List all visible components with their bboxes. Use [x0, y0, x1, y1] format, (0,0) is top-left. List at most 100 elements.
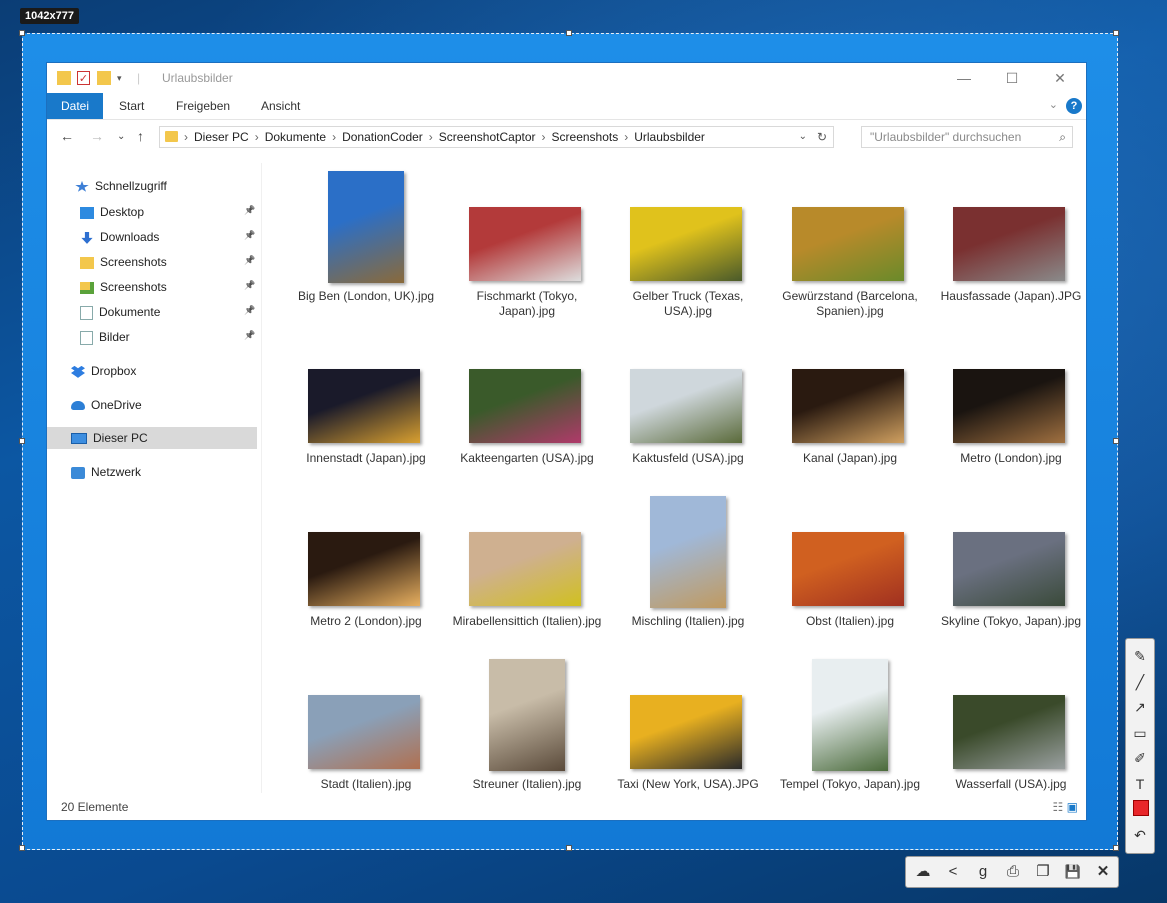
resize-handle-s[interactable] — [566, 845, 572, 851]
image-thumbnail[interactable] — [953, 532, 1065, 606]
upload-cloud-icon[interactable]: ☁ — [913, 862, 933, 882]
file-item[interactable]: Gewürzstand (Barcelona, Spanien).jpg — [770, 163, 930, 323]
refresh-icon[interactable]: ↻ — [817, 127, 827, 147]
file-name[interactable]: Kanal (Japan).jpg — [770, 451, 930, 466]
google-plus-icon[interactable]: g — [973, 862, 993, 882]
breadcrumb-separator[interactable]: › — [624, 130, 628, 144]
image-thumbnail[interactable] — [953, 695, 1065, 769]
image-thumbnail[interactable] — [630, 207, 742, 281]
back-button[interactable]: ← — [60, 128, 74, 144]
undo-icon[interactable]: ↶ — [1131, 826, 1149, 844]
breadcrumb-separator[interactable]: › — [429, 130, 433, 144]
file-name[interactable]: Wasserfall (USA).jpg — [931, 777, 1091, 792]
resize-handle-n[interactable] — [566, 30, 572, 36]
pin-icon[interactable]: 📌 — [244, 280, 255, 291]
breadcrumb-item[interactable]: Dokumente — [265, 130, 326, 144]
image-thumbnail[interactable] — [308, 532, 420, 606]
properties-icon[interactable]: ✓ — [77, 71, 90, 85]
pin-icon[interactable]: 📌 — [244, 230, 255, 241]
file-name[interactable]: Kakteengarten (USA).jpg — [447, 451, 607, 466]
arrow-icon[interactable]: ↗ — [1131, 698, 1149, 716]
file-item[interactable]: Mischling (Italien).jpg — [608, 488, 768, 648]
resize-handle-se[interactable] — [1113, 845, 1119, 851]
file-item[interactable]: Metro 2 (London).jpg — [286, 488, 446, 648]
file-name[interactable]: Mischling (Italien).jpg — [608, 614, 768, 629]
file-name[interactable]: Kaktusfeld (USA).jpg — [608, 451, 768, 466]
address-bar[interactable]: › Dieser PC › Dokumente › DonationCoder › Scree… — [159, 126, 834, 148]
file-item[interactable]: Mirabellensittich (Italien).jpg — [447, 488, 607, 648]
file-name[interactable]: Mirabellensittich (Italien).jpg — [447, 614, 607, 629]
print-icon[interactable]: ⎙ — [1003, 862, 1023, 882]
pin-icon[interactable]: 📌 — [244, 205, 255, 216]
new-folder-icon[interactable] — [97, 71, 111, 85]
search-input[interactable]: "Urlaubsbilder" durchsuchen ⌕ — [861, 126, 1073, 148]
file-name[interactable]: Big Ben (London, UK).jpg — [286, 289, 446, 304]
sidebar-item[interactable]: OneDrive — [71, 394, 142, 416]
breadcrumb-separator[interactable]: › — [542, 130, 546, 144]
file-name[interactable]: Fischmarkt (Tokyo, Japan).jpg — [447, 289, 607, 319]
sidebar-item[interactable]: Schnellzugriff — [75, 175, 167, 197]
image-thumbnail[interactable] — [469, 207, 581, 281]
address-dropdown-icon[interactable]: ⌄ — [799, 127, 807, 147]
breadcrumb-item[interactable]: DonationCoder — [342, 130, 423, 144]
close-window-button[interactable]: ✕ — [1038, 67, 1082, 89]
file-item[interactable]: Gelber Truck (Texas, USA).jpg — [608, 163, 768, 323]
sidebar-item[interactable]: Bilder — [80, 326, 130, 348]
file-name[interactable]: Obst (Italien).jpg — [770, 614, 930, 629]
image-thumbnail[interactable] — [812, 659, 888, 771]
quick-access-dropdown-icon[interactable]: ▾ — [117, 71, 131, 85]
resize-handle-sw[interactable] — [19, 845, 25, 851]
tab-start[interactable]: Start — [105, 93, 158, 119]
minimize-button[interactable]: — — [942, 67, 986, 89]
resize-handle-ne[interactable] — [1113, 30, 1119, 36]
copy-icon[interactable]: ❐ — [1033, 862, 1053, 882]
details-view-icon[interactable]: ☷ — [1053, 800, 1064, 814]
file-item[interactable]: Stadt (Italien).jpg — [286, 651, 446, 811]
image-thumbnail[interactable] — [328, 171, 404, 283]
color-swatch-icon[interactable] — [1133, 800, 1149, 816]
pin-icon[interactable]: 📌 — [244, 255, 255, 266]
file-name[interactable]: Metro (London).jpg — [931, 451, 1091, 466]
sidebar-item[interactable]: Desktop — [80, 201, 144, 223]
share-icon[interactable]: < — [943, 862, 963, 882]
breadcrumb-item[interactable]: Urlaubsbilder — [634, 130, 705, 144]
file-name[interactable]: Innenstadt (Japan).jpg — [286, 451, 446, 466]
breadcrumb-separator[interactable]: › — [184, 130, 188, 144]
maximize-button[interactable]: ☐ — [990, 67, 1034, 89]
file-name[interactable]: Skyline (Tokyo, Japan).jpg — [931, 614, 1091, 629]
file-name[interactable]: Stadt (Italien).jpg — [286, 777, 446, 792]
forward-button[interactable]: → — [90, 128, 104, 144]
file-name[interactable]: Taxi (New York, USA).JPG — [608, 777, 768, 792]
pin-icon[interactable]: 📌 — [244, 305, 255, 316]
tab-datei[interactable]: Datei — [47, 93, 104, 119]
file-name[interactable]: Metro 2 (London).jpg — [286, 614, 446, 629]
file-name[interactable]: Gelber Truck (Texas, USA).jpg — [608, 289, 768, 319]
resize-handle-w[interactable] — [19, 438, 25, 444]
line-icon[interactable]: ╱ — [1131, 673, 1149, 691]
file-item[interactable]: Hausfassade (Japan).JPG — [931, 163, 1091, 323]
sidebar-item[interactable]: Screenshots — [80, 276, 167, 298]
tab-ansicht[interactable]: Ansicht — [247, 93, 314, 119]
file-name[interactable]: Tempel (Tokyo, Japan).jpg — [770, 777, 930, 792]
file-item[interactable]: Tempel (Tokyo, Japan).jpg — [770, 651, 930, 811]
sidebar-item[interactable]: Dieser PC — [47, 427, 257, 449]
file-item[interactable]: Kakteengarten (USA).jpg — [447, 325, 607, 485]
resize-handle-e[interactable] — [1113, 438, 1119, 444]
sidebar-item[interactable]: Netzwerk — [71, 461, 141, 483]
image-thumbnail[interactable] — [469, 369, 581, 443]
tab-freigeben[interactable]: Freigeben — [162, 93, 244, 119]
highlighter-icon[interactable]: ✐ — [1131, 749, 1149, 767]
image-thumbnail[interactable] — [469, 532, 581, 606]
file-item[interactable]: Taxi (New York, USA).JPG — [608, 651, 768, 811]
file-item[interactable]: Skyline (Tokyo, Japan).jpg — [931, 488, 1091, 648]
save-icon[interactable]: 💾 — [1063, 862, 1083, 882]
sidebar-item[interactable]: Screenshots — [80, 251, 167, 273]
image-thumbnail[interactable] — [792, 369, 904, 443]
image-thumbnail[interactable] — [308, 369, 420, 443]
file-name[interactable]: Streuner (Italien).jpg — [447, 777, 607, 792]
image-thumbnail[interactable] — [792, 532, 904, 606]
help-icon[interactable]: ? — [1066, 98, 1082, 114]
title-bar[interactable]: ✓ ▾ | Urlaubsbilder — ☐ ✕ — [47, 63, 1086, 93]
image-thumbnail[interactable] — [630, 369, 742, 443]
file-item[interactable]: Wasserfall (USA).jpg — [931, 651, 1091, 811]
